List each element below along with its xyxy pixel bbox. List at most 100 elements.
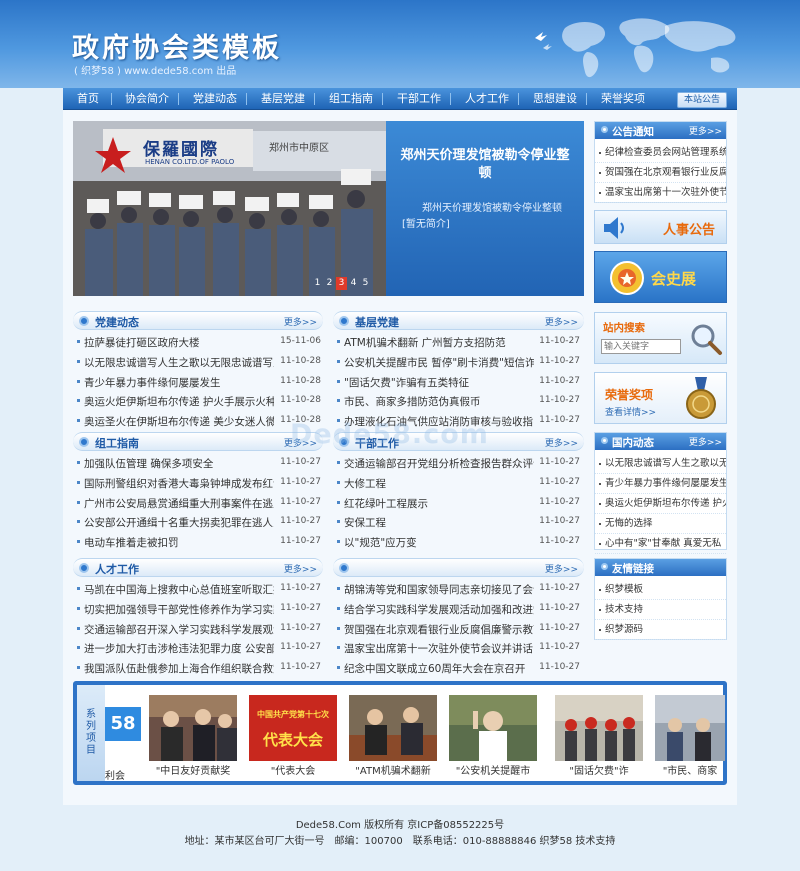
gallery-item[interactable]: "中日友好贡献奖: [149, 695, 237, 779]
history-exhibit-banner[interactable]: 会史展: [594, 251, 727, 303]
slider-page-3[interactable]: 3: [336, 277, 347, 290]
bullet-icon: [77, 480, 80, 484]
nav-item-home[interactable]: 首页: [77, 88, 99, 110]
list-item[interactable]: 办理液化石油气供应站消防审核与验收指引 11-10-27: [333, 411, 580, 431]
gallery-partial-caption[interactable]: 利会: [105, 767, 125, 782]
friend-links-list: 织梦模板 技术支持 织梦源码: [595, 580, 726, 640]
list-item[interactable]: 心中有"家"甘奉献 真爱无私: [595, 534, 726, 554]
gallery-item[interactable]: "公安机关提醒市: [449, 695, 537, 779]
list-item[interactable]: 以无限忠诚谱写人生之歌以无限忠诚谱写人生 11-10-28: [73, 352, 321, 372]
list-item[interactable]: 红花绿叶工程展示 11-10-27: [333, 493, 580, 513]
gallery-photo: [149, 695, 237, 761]
list-item[interactable]: 无悔的选择: [595, 514, 726, 534]
site-footer: Dede58.Com 版权所有 京ICP备08552225号 地址：某市某区台可…: [0, 805, 800, 871]
hr-notice-banner[interactable]: 人事公告: [594, 210, 727, 244]
nav-item-party-news[interactable]: 党建动态: [193, 88, 237, 110]
gallery-item[interactable]: 中国共产党第十七次 代表大会 "代表大会: [249, 695, 337, 779]
list-item[interactable]: 贺国强在北京观看银行业反腐...: [595, 163, 726, 183]
more-link[interactable]: 更多>>: [284, 562, 317, 575]
site-notice-tab[interactable]: 本站公告: [677, 92, 727, 108]
more-link[interactable]: 更多>>: [545, 562, 578, 575]
list-item[interactable]: 奥运火炬伊斯坦布尔传递 护火: [595, 494, 726, 514]
list-item[interactable]: 广州市公安局悬赏通缉重大刑事案件在逃人员 11-10-27: [73, 493, 321, 513]
list-item[interactable]: 纪念中国文联成立60周年大会在京召开 11-10-27: [333, 658, 580, 678]
magnifier-icon[interactable]: [689, 322, 723, 356]
list-item[interactable]: 电动车推着走被扣罚 11-10-27: [73, 532, 321, 552]
list-item[interactable]: 温家宝出席第十一次驻外使节会议并讲话 11-10-27: [333, 638, 580, 658]
section-bullet-icon: [79, 316, 89, 326]
slider-summary: 郑州天价理发馆被勒令停业整顿[暂无简介]: [402, 203, 562, 230]
section-header-org-guide: 组工指南 更多>>: [73, 432, 323, 451]
list-item[interactable]: 温家宝出席第十一次驻外使节...: [595, 183, 726, 203]
list-item[interactable]: 纪律检查委员会网站管理系统...: [595, 143, 726, 163]
more-link[interactable]: 更多>>: [545, 436, 578, 449]
list-item[interactable]: 切实把加强领导干部党性修养作为学习实践活 11-10-27: [73, 599, 321, 619]
list-item[interactable]: 贺国强在北京观看银行业反腐倡廉警示教育展 11-10-27: [333, 619, 580, 639]
link-item[interactable]: 织梦源码: [595, 620, 726, 640]
slider-photo[interactable]: 保羅國際 HENAN CO.LTD.OF PAOLO 郑州市中原区 1 2 3 …: [73, 121, 386, 296]
list-item[interactable]: 市民、商家多措防范伪真假币 11-10-27: [333, 391, 580, 411]
slider-page-5[interactable]: 5: [360, 277, 371, 290]
list-item[interactable]: 安保工程 11-10-27: [333, 512, 580, 532]
nav-separator: [111, 93, 112, 105]
footer-copyright: Dede58.Com 版权所有 京ICP备08552225号: [295, 820, 505, 831]
more-link[interactable]: 更多>>: [689, 124, 722, 137]
bullet-icon: [599, 483, 601, 485]
section-header-talent: 人才工作 更多>>: [73, 558, 323, 577]
link-item[interactable]: 织梦模板: [595, 580, 726, 600]
slider-headline[interactable]: 郑州天价理发馆被勒令停业整顿: [396, 147, 574, 183]
slider-page-1[interactable]: 1: [312, 277, 323, 290]
list-item[interactable]: ATM机骗术翻新 广州暂方支招防范 11-10-27: [333, 332, 580, 352]
more-link[interactable]: 更多>>: [284, 436, 317, 449]
list-item[interactable]: 公安部公开通缉十名重大拐卖犯罪在逃人员 11-10-27: [73, 512, 321, 532]
bullet-icon: [337, 500, 340, 504]
friend-links-header: 友情链接: [595, 559, 726, 576]
section-header-ideology: 更多>>: [333, 558, 584, 577]
list-item[interactable]: 青少年暴力事件缘何屡屡发生 11-10-28: [73, 372, 321, 392]
honors-detail-link[interactable]: 查看详情>>: [605, 405, 656, 418]
list-item[interactable]: 马凯在中国海上搜救中心总值班室听取汇报 11-10-27: [73, 579, 321, 599]
list-item[interactable]: 奥运圣火在伊斯坦布尔传递 美少女迷人微笑 11-10-28: [73, 411, 321, 431]
list-item[interactable]: 大修工程 11-10-27: [333, 473, 580, 493]
list-item[interactable]: "固话欠费"诈骗有五类特征 11-10-27: [333, 372, 580, 392]
more-link[interactable]: 更多>>: [284, 315, 317, 328]
nav-item-cadre[interactable]: 干部工作: [397, 88, 441, 110]
bullet-icon: [337, 520, 340, 524]
list-item[interactable]: 国际刑警组织对香港大毒枭钟坤成发布红色通 11-10-27: [73, 473, 321, 493]
nav-item-honors[interactable]: 荣誉奖项: [601, 88, 645, 110]
emblem-icon: [610, 261, 644, 295]
nav-item-org-guide[interactable]: 组工指南: [329, 88, 373, 110]
bullet-icon: [599, 172, 601, 174]
list-item[interactable]: 奥运火炬伊斯坦布尔传递 护火手展示火种灯 11-10-28: [73, 391, 321, 411]
list-item[interactable]: 交通运输部召开深入学习实践科学发展观活动 11-10-27: [73, 619, 321, 639]
nav-item-talent[interactable]: 人才工作: [465, 88, 509, 110]
slider-page-2[interactable]: 2: [324, 277, 335, 290]
list-item[interactable]: 以"规范"应万变 11-10-27: [333, 532, 580, 552]
search-input[interactable]: [601, 339, 681, 354]
nav-item-about[interactable]: 协会简介: [125, 88, 169, 110]
nav-item-ideology[interactable]: 思想建设: [533, 88, 577, 110]
list-item[interactable]: 拉萨暴徒打砸区政府大楼 15-11-06: [73, 332, 321, 352]
gallery-item[interactable]: "固话欠费"诈: [555, 695, 643, 779]
domestic-news-title: 国内动态: [612, 437, 654, 449]
list-item[interactable]: 以无限忠诚谱写人生之歌以无限: [595, 454, 726, 474]
section-bullet-icon: [339, 437, 349, 447]
gallery-item[interactable]: "ATM机骗术翻新: [349, 695, 437, 779]
list-item[interactable]: 公安机关提醒市民 暂停"刷卡消费"短信诈 11-10-27: [333, 352, 580, 372]
list-item[interactable]: 结合学习实践科学发展观活动加强和改进党的 11-10-27: [333, 599, 580, 619]
link-item[interactable]: 技术支持: [595, 600, 726, 620]
list-item[interactable]: 胡锦涛等党和国家领导同志亲切接见了会议代 11-10-27: [333, 579, 580, 599]
nav-item-grassroots[interactable]: 基层党建: [261, 88, 305, 110]
list-item[interactable]: 我国派队伍赴俄参加上海合作组织联合救灾演 11-10-27: [73, 658, 321, 678]
more-link[interactable]: 更多>>: [545, 315, 578, 328]
slider-page-4[interactable]: 4: [348, 277, 359, 290]
list-item[interactable]: 交通运输部召开党组分析检查报告群众评议大 11-10-27: [333, 453, 580, 473]
bullet-icon: [77, 587, 80, 590]
bullet-icon: [337, 646, 340, 650]
list-item[interactable]: 加强队伍管理 确保多项安全 11-10-27: [73, 453, 321, 473]
section-bullet-icon: [339, 316, 349, 326]
more-link[interactable]: 更多>>: [689, 435, 722, 448]
list-item[interactable]: 青少年暴力事件缘何屡屡发生: [595, 474, 726, 494]
list-item[interactable]: 进一步加大打击涉枪违法犯罪力度 公安部挂 11-10-27: [73, 638, 321, 658]
gallery-item[interactable]: "市民、商家: [655, 695, 725, 779]
